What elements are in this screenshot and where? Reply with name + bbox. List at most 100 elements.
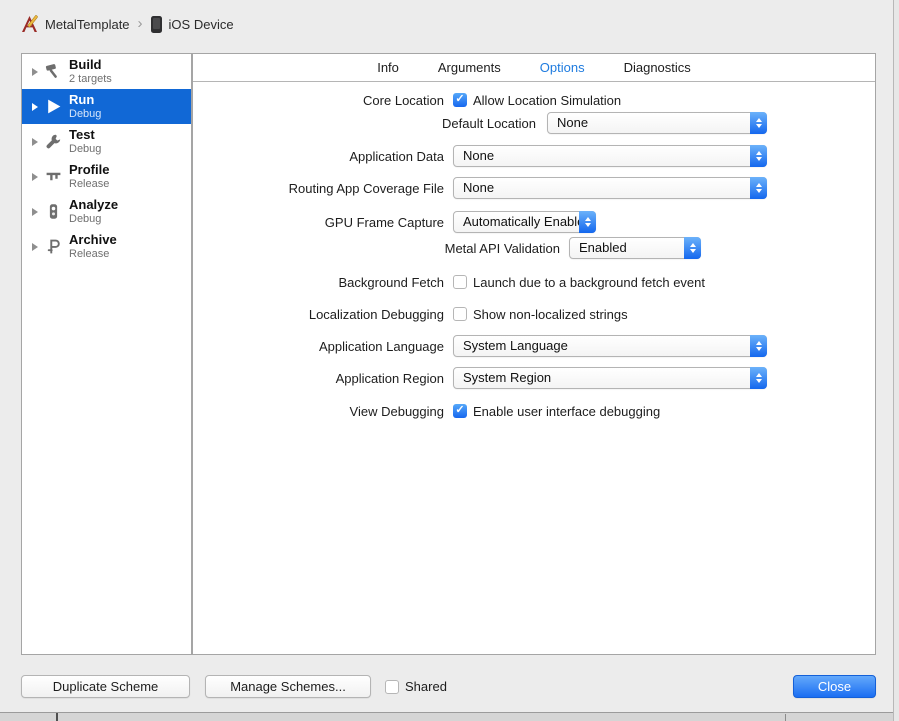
application-data-label: Application Data (349, 148, 444, 164)
tab-info[interactable]: Info (373, 60, 403, 75)
stepper-icon (684, 237, 701, 259)
stepper-icon (750, 177, 767, 199)
popup-value: Automatically Enabled (463, 214, 592, 229)
background-fetch-checkbox[interactable]: ✓ (453, 275, 467, 289)
application-region-popup[interactable]: System Region (453, 367, 767, 389)
view-debugging-label: View Debugging (349, 403, 444, 419)
gpu-frame-capture-label: GPU Frame Capture (324, 214, 444, 230)
background-fetch-row: Background Fetch ✓ Launch due to a backg… (193, 271, 875, 293)
scheme-breadcrumb: MetalTemplate › iOS Device (0, 0, 899, 48)
popup-value: Enabled (579, 240, 627, 255)
sidebar-item-test[interactable]: Test Debug (22, 124, 191, 159)
application-language-label: Application Language (318, 338, 444, 354)
stepper-icon (579, 211, 596, 233)
tab-arguments[interactable]: Arguments (434, 60, 505, 75)
sidebar-item-subtitle: Debug (69, 142, 102, 155)
background-fetch-label: Background Fetch (338, 274, 444, 290)
sidebar-item-subtitle: Release (69, 177, 110, 190)
application-data-popup[interactable]: None (453, 145, 767, 167)
application-data-row: Application Data None (193, 145, 875, 167)
shared-checkbox[interactable]: ✓ (385, 679, 399, 694)
flag-icon (45, 238, 62, 255)
stepper-icon (750, 335, 767, 357)
popup-value: None (463, 148, 495, 163)
shared-label: Shared (405, 679, 447, 694)
breadcrumb-project-label: MetalTemplate (45, 16, 130, 32)
allow-location-simulation-text: Allow Location Simulation (473, 92, 622, 108)
sidebar-item-build[interactable]: Build 2 targets (22, 54, 191, 89)
localization-debugging-text: Show non-localized strings (473, 306, 628, 322)
play-icon (45, 98, 62, 115)
tab-diagnostics[interactable]: Diagnostics (620, 60, 695, 75)
sidebar-item-title: Profile (69, 161, 110, 177)
disclosure-triangle-icon[interactable] (32, 207, 38, 216)
sidebar-item-title: Analyze (69, 196, 119, 212)
routing-app-coverage-popup[interactable]: None (453, 177, 767, 199)
disclosure-triangle-icon[interactable] (32, 242, 38, 251)
sidebar-item-analyze[interactable]: Analyze Debug (22, 194, 191, 229)
disclosure-triangle-icon[interactable] (32, 172, 38, 181)
edit-scheme-dialog: MetalTemplate › iOS Device Build 2 targe… (0, 0, 899, 721)
routing-app-coverage-row: Routing App Coverage File None (193, 177, 875, 199)
run-options-panel: Info Arguments Options Diagnostics Core … (192, 53, 876, 655)
core-location-row: Core Location ✓ Allow Location Simulatio… (193, 89, 875, 111)
tab-options[interactable]: Options (536, 60, 589, 75)
sidebar-item-subtitle: 2 targets (69, 72, 112, 85)
breadcrumb-separator: › (137, 14, 143, 32)
allow-location-simulation-checkbox[interactable]: ✓ (453, 93, 467, 107)
scheme-actions-sidebar: Build 2 targets Run Debug Test Debug Pro… (21, 53, 192, 655)
sidebar-item-subtitle: Release (69, 247, 110, 260)
sidebar-item-profile[interactable]: Profile Release (22, 159, 191, 194)
sidebar-item-title: Build (69, 56, 102, 72)
wrench-icon (45, 133, 62, 150)
stepper-icon (750, 145, 767, 167)
xcode-scheme-icon (22, 14, 38, 32)
view-debugging-text: Enable user interface debugging (473, 403, 661, 419)
metal-api-validation-popup[interactable]: Enabled (569, 237, 701, 259)
caliper-icon (45, 168, 62, 185)
view-debugging-checkbox[interactable]: ✓ (453, 404, 467, 418)
routing-app-coverage-label: Routing App Coverage File (288, 180, 444, 196)
metal-api-validation-label: Metal API Validation (444, 240, 560, 256)
popup-value: None (463, 180, 495, 195)
sidebar-item-title: Run (69, 91, 95, 107)
manage-schemes-button[interactable]: Manage Schemes... (205, 675, 371, 698)
stepper-icon (750, 367, 767, 389)
core-location-label: Core Location (363, 92, 444, 108)
sidebar-item-title: Test (69, 126, 95, 142)
background-fetch-text: Launch due to a background fetch event (473, 274, 706, 290)
application-region-label: Application Region (335, 370, 444, 386)
popup-value: System Language (463, 338, 568, 353)
localization-debugging-checkbox[interactable]: ✓ (453, 307, 467, 321)
application-language-row: Application Language System Language (193, 335, 875, 357)
breadcrumb-device-label: iOS Device (168, 16, 234, 32)
localization-debugging-row: Localization Debugging ✓ Show non-locali… (193, 303, 875, 325)
sidebar-item-run[interactable]: Run Debug (22, 89, 191, 124)
destination-selector[interactable]: iOS Device (150, 15, 234, 33)
default-location-popup[interactable]: None (547, 112, 767, 134)
view-debugging-row: View Debugging ✓ Enable user interface d… (193, 400, 875, 422)
default-location-row: Default Location None (193, 112, 875, 134)
disclosure-triangle-icon[interactable] (32, 137, 38, 146)
sidebar-item-subtitle: Debug (69, 212, 102, 225)
duplicate-scheme-button[interactable]: Duplicate Scheme (21, 675, 190, 698)
background-window-divider (56, 713, 58, 721)
localization-debugging-label: Localization Debugging (308, 306, 444, 322)
application-language-popup[interactable]: System Language (453, 335, 767, 357)
application-region-row: Application Region System Region (193, 367, 875, 389)
scheme-selector[interactable]: MetalTemplate (20, 14, 130, 34)
analyze-icon (45, 203, 62, 220)
hammer-icon (45, 63, 62, 80)
gpu-frame-capture-popup[interactable]: Automatically Enabled (453, 211, 596, 233)
disclosure-triangle-icon[interactable] (32, 102, 38, 111)
sidebar-item-subtitle: Debug (69, 107, 102, 120)
options-tabbar: Info Arguments Options Diagnostics (193, 54, 875, 82)
popup-value: None (557, 115, 589, 130)
disclosure-triangle-icon[interactable] (32, 67, 38, 76)
close-button[interactable]: Close (793, 675, 876, 698)
background-window-edge (0, 712, 899, 721)
check-icon: ✓ (455, 404, 465, 416)
background-window-edge (893, 0, 899, 721)
sidebar-item-archive[interactable]: Archive Release (22, 229, 191, 264)
background-window-divider (785, 714, 786, 721)
